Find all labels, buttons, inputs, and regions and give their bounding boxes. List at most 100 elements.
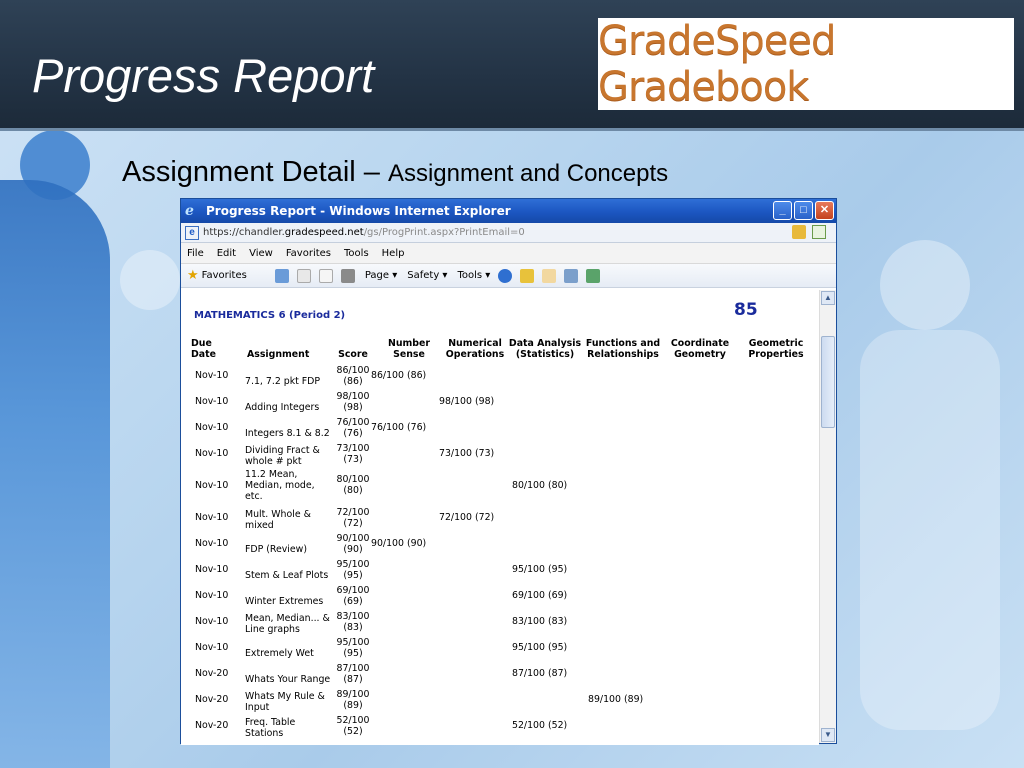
scroll-thumb[interactable] [821,336,835,428]
favorites-add-icon[interactable] [542,268,557,283]
score-cell: 69/100 (69) [336,585,370,607]
minimize-button[interactable]: _ [773,201,792,220]
window-controls: _ □ ✕ [773,201,834,220]
score-cell: 80/100 (80) [336,474,370,496]
due-date-cell: Nov-20 [195,668,229,679]
due-date-cell: Nov-10 [195,616,229,627]
page-menu[interactable]: Page ▾ [365,270,397,281]
menu-bar: File Edit View Favorites Tools Help [181,243,836,264]
subtitle-sub: Assignment and Concepts [387,160,669,187]
vertical-scrollbar[interactable]: ▲ ▼ [819,290,836,743]
menu-help[interactable]: Help [382,248,405,259]
due-date-cell: Nov-10 [195,538,229,549]
favorites-button[interactable]: Favorites [202,270,247,281]
messenger-icon[interactable] [564,268,579,283]
help-icon[interactable] [498,268,513,283]
lock-icon[interactable] [792,225,806,239]
background-figure [0,180,110,768]
score-cell: 86/100 (86) [336,365,370,387]
concept-score-cell: 89/100 (89) [588,694,644,705]
feeds-icon[interactable] [296,268,311,283]
concept-score-cell: 86/100 (86) [371,370,427,381]
score-cell: 90/100 (90) [336,533,370,555]
assignment-cell: Mult. Whole & mixed [245,509,311,531]
home-icon[interactable] [274,268,289,283]
scroll-up-icon[interactable]: ▲ [821,291,835,305]
score-cell: 73/100 (73) [336,443,370,465]
column-header: Data Analysis (Statistics) [508,338,582,360]
concept-score-cell: 98/100 (98) [439,396,495,407]
score-cell: 52/100 (52) [336,715,370,737]
url-prefix: https://chandler. [203,227,285,238]
concept-score-cell: 80/100 (80) [512,480,568,491]
assignment-cell: FDP (Review) [245,544,308,555]
concept-score-cell: 73/100 (73) [439,448,495,459]
due-date-cell: Nov-10 [195,448,229,459]
concept-score-cell: 52/100 (52) [512,720,568,731]
window-title: Progress Report - Windows Internet Explo… [206,204,511,218]
background-figure-head [880,240,970,330]
column-header: Due Date [191,338,216,360]
background-figure [860,330,1000,730]
research-icon[interactable] [520,268,535,283]
close-button[interactable]: ✕ [815,201,834,220]
assignment-cell: Adding Integers [245,402,320,413]
maximize-button[interactable]: □ [794,201,813,220]
url-domain: gradespeed.net [284,227,364,238]
concept-score-cell: 87/100 (87) [512,668,568,679]
score-cell: 95/100 (95) [336,637,370,659]
print-icon[interactable] [340,268,355,283]
address-bar[interactable]: e https://chandler.gradespeed.net/gs/Pro… [181,223,836,243]
score-cell: 83/100 (83) [336,611,370,633]
column-header: Coordinate Geometry [670,338,730,360]
course-average: 85 [734,300,758,320]
mail-icon[interactable] [318,268,333,283]
page-icon: e [185,225,199,240]
menu-edit[interactable]: Edit [217,248,236,259]
concept-score-cell: 76/100 (76) [371,422,427,433]
score-cell: 72/100 (72) [336,507,370,529]
ie-window: e Progress Report - Windows Internet Exp… [180,198,837,745]
tools-menu[interactable]: Tools ▾ [457,270,490,281]
concept-score-cell: 95/100 (95) [512,564,568,575]
due-date-cell: Nov-20 [195,694,229,705]
assignment-cell: 11.2 Mean, Median, mode, etc. [245,469,315,502]
column-header: Functions and Relationships [585,338,661,360]
concept-score-cell: 90/100 (90) [371,538,427,549]
menu-file[interactable]: File [187,248,204,259]
scroll-down-icon[interactable]: ▼ [821,728,835,742]
background-figure-head [120,250,180,310]
menu-view[interactable]: View [249,248,273,259]
gradespeed-logo: GradeSpeed Gradebook [598,18,1014,110]
score-cell: 98/100 (98) [336,391,370,413]
url-text[interactable]: https://chandler.gradespeed.net/gs/ProgP… [203,227,525,238]
column-header: Geometric Properties [748,338,804,360]
assignment-cell: 7.1, 7.2 pkt FDP [245,376,321,387]
slide-subtitle: Assignment Detail – Assignment and Conce… [122,156,668,189]
assignment-cell: Stem & Leaf Plots [245,570,329,581]
safety-menu[interactable]: Safety ▾ [407,270,447,281]
concept-score-cell: 95/100 (95) [512,642,568,653]
column-header: Assignment [247,349,310,360]
assignment-cell: Whats Your Range [245,674,331,685]
concept-score-cell: 72/100 (72) [439,512,495,523]
course-title: MATHEMATICS 6 (Period 2) [194,310,346,321]
due-date-cell: Nov-10 [195,564,229,575]
due-date-cell: Nov-10 [195,642,229,653]
url-path: /gs/ProgPrint.aspx?PrintEmail=0 [363,227,525,238]
menu-favorites[interactable]: Favorites [286,248,331,259]
due-date-cell: Nov-20 [195,720,229,731]
due-date-cell: Nov-10 [195,396,229,407]
tools-addon-icon[interactable] [586,268,601,283]
header-divider [0,128,1024,131]
favorites-star-icon[interactable]: ★ [187,268,199,283]
certificate-icon[interactable] [812,225,826,239]
due-date-cell: Nov-10 [195,480,229,491]
assignment-cell: Extremely Wet [245,648,314,659]
score-cell: 89/100 (89) [336,689,370,711]
score-cell: 95/100 (95) [336,559,370,581]
window-titlebar[interactable]: e Progress Report - Windows Internet Exp… [181,199,836,223]
assignment-cell: Integers 8.1 & 8.2 [245,428,330,439]
menu-tools[interactable]: Tools [344,248,369,259]
due-date-cell: Nov-10 [195,422,229,433]
